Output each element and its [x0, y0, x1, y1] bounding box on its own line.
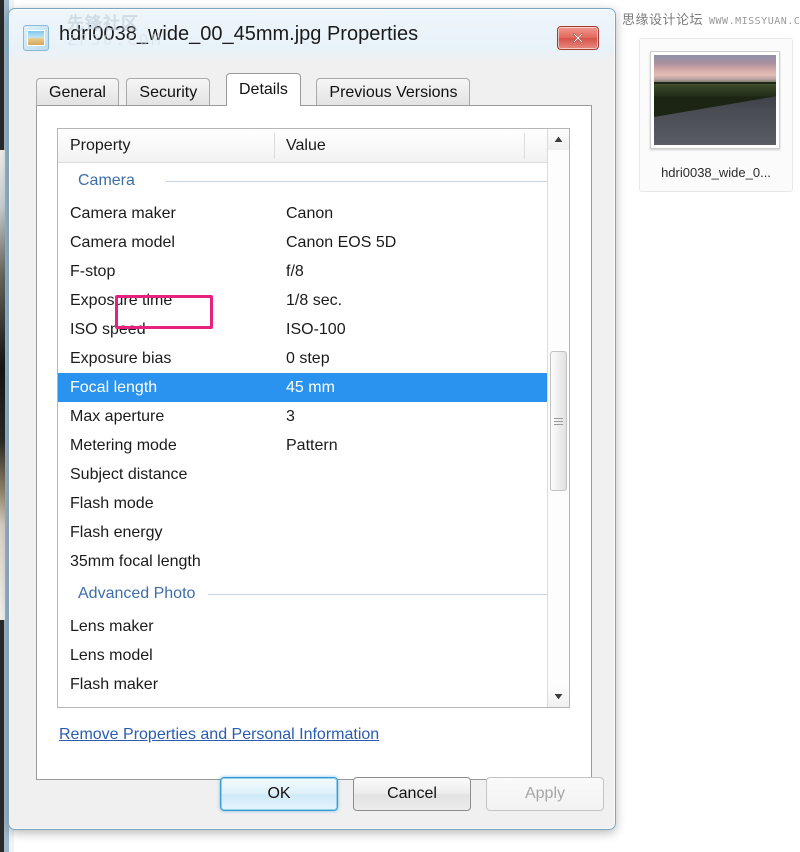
scrollbar-grip-icon: [554, 416, 563, 427]
column-divider-1: [274, 133, 275, 159]
property-row[interactable]: Exposure time 1/8 sec.: [58, 286, 569, 315]
property-row[interactable]: 35mm focal length: [58, 547, 569, 576]
property-name: Flash mode: [70, 489, 154, 518]
watermark-chinese-text: 思缘设计论坛: [622, 12, 703, 27]
tab-details[interactable]: Details: [226, 73, 301, 106]
tab-strip: GeneralSecurity Details Previous Versions: [36, 73, 592, 106]
property-name: Camera model: [70, 228, 175, 257]
chevron-up-icon: [554, 136, 563, 143]
group-rule: [208, 594, 559, 595]
remove-properties-link[interactable]: Remove Properties and Personal Informati…: [59, 726, 379, 744]
property-row[interactable]: Subject distance: [58, 460, 569, 489]
property-value: 0 step: [286, 344, 330, 373]
property-name: Lens model: [70, 641, 153, 670]
property-name: Subject distance: [70, 460, 187, 489]
property-row[interactable]: Flash mode: [58, 489, 569, 518]
property-row[interactable]: Metering mode Pattern: [58, 431, 569, 460]
property-group-header: Advanced Photo: [58, 576, 569, 612]
property-row[interactable]: Focal length 45 mm: [58, 373, 569, 402]
dialog-title-bar[interactable]: hdri0038_wide_00_45mm.jpg Properties 先锋社…: [9, 9, 615, 63]
property-row[interactable]: Camera maker Canon: [58, 199, 569, 228]
properties-dialog: hdri0038_wide_00_45mm.jpg Properties 先锋社…: [8, 8, 616, 830]
property-name: Camera maker: [70, 199, 176, 228]
property-row[interactable]: Lens model: [58, 641, 569, 670]
property-value: 3: [286, 402, 295, 431]
property-row[interactable]: ISO speed ISO-100: [58, 315, 569, 344]
icon-photo-glyph: [27, 30, 45, 46]
property-name: Max aperture: [70, 402, 164, 431]
image-file-icon: [23, 25, 49, 51]
property-row[interactable]: F-stop f/8: [58, 257, 569, 286]
site-watermark: 思缘设计论坛 WWW.MISSYUAN.COM: [622, 9, 800, 28]
property-name: 35mm focal length: [70, 547, 201, 576]
property-value: ISO-100: [286, 315, 346, 344]
property-group-header: Camera: [58, 163, 569, 199]
ok-button[interactable]: OK: [220, 777, 338, 811]
cancel-button[interactable]: Cancel: [353, 777, 471, 811]
thumbnail-filename-label: hdri0038_wide_0...: [640, 165, 792, 180]
explorer-pane: 思缘设计论坛 WWW.MISSYUAN.COM hdri0038_wide_0..…: [614, 0, 800, 852]
property-row[interactable]: Exposure bias 0 step: [58, 344, 569, 373]
photo-horizon-line: [654, 82, 776, 84]
scroll-up-button[interactable]: [548, 129, 569, 150]
close-icon: [571, 31, 585, 45]
tab-previous-versions[interactable]: Previous Versions: [316, 78, 470, 106]
photo-road: [654, 95, 776, 145]
property-list-scrollbar[interactable]: [547, 129, 569, 707]
property-value: Canon EOS 5D: [286, 228, 396, 257]
property-name: Focal length: [70, 373, 157, 402]
property-list[interactable]: Property Value CameraCamera makerCanonCa…: [57, 128, 570, 708]
property-name: Exposure bias: [70, 344, 171, 373]
file-thumbnail-tile[interactable]: hdri0038_wide_0...: [639, 38, 793, 192]
property-row[interactable]: Flash maker: [58, 670, 569, 699]
property-name: Lens maker: [70, 612, 154, 641]
column-header-property[interactable]: Property: [70, 137, 130, 155]
details-tab-panel: Property Value CameraCamera makerCanonCa…: [36, 105, 592, 780]
property-row[interactable]: Max aperture 3: [58, 402, 569, 431]
property-value: Canon: [286, 199, 333, 228]
dialog-title: hdri0038_wide_00_45mm.jpg Properties: [59, 23, 418, 46]
scrollbar-thumb[interactable]: [550, 351, 567, 491]
group-label: Camera: [78, 163, 135, 199]
property-list-header: Property Value: [58, 129, 569, 163]
property-row[interactable]: Lens maker: [58, 612, 569, 641]
property-name: F-stop: [70, 257, 115, 286]
property-name: ISO speed: [70, 315, 146, 344]
close-button[interactable]: [557, 26, 599, 50]
property-row[interactable]: Flash energy: [58, 518, 569, 547]
apply-button: Apply: [486, 777, 604, 811]
property-value: 1/8 sec.: [286, 286, 342, 315]
property-value: 45 mm: [286, 373, 335, 402]
thumbnail-frame: [650, 51, 780, 149]
column-divider-2: [524, 133, 525, 159]
dialog-button-bar: OK Cancel Apply: [9, 777, 615, 813]
background-photo-strip: [0, 150, 5, 620]
column-header-value[interactable]: Value: [286, 137, 326, 155]
property-name: Metering mode: [70, 431, 177, 460]
property-row[interactable]: Camera model Canon EOS 5D: [58, 228, 569, 257]
property-list-body: CameraCamera maker Canon Camera model Canon…: [58, 163, 569, 708]
property-value: Pattern: [286, 431, 338, 460]
property-value: f/8: [286, 257, 304, 286]
scroll-down-button[interactable]: [548, 686, 569, 707]
group-rule: [166, 181, 559, 182]
thumbnail-image: [654, 55, 776, 145]
tab-security[interactable]: Security: [126, 78, 210, 106]
property-name: Exposure time: [70, 286, 172, 315]
property-name: Flash energy: [70, 518, 163, 547]
property-name: Flash maker: [70, 670, 158, 699]
group-label: Advanced Photo: [78, 576, 195, 612]
watermark-url-text: WWW.MISSYUAN.COM: [709, 16, 800, 27]
chevron-down-icon: [554, 693, 563, 700]
tab-general[interactable]: General: [36, 78, 119, 106]
